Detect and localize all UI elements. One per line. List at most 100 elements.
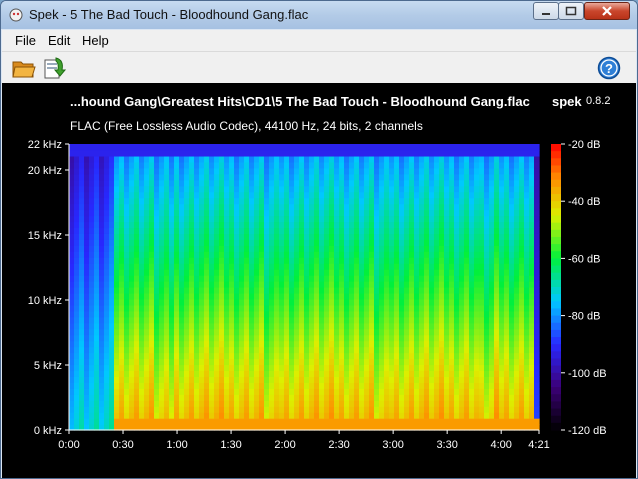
spectrogram-cell [94, 376, 100, 383]
close-button[interactable] [584, 2, 630, 20]
spectrogram-cell [184, 376, 190, 383]
spectrogram-cell [474, 215, 480, 223]
spectrogram-cell [269, 167, 275, 175]
spectrogram-cell [499, 197, 505, 205]
menu-help[interactable]: Help [82, 33, 109, 48]
spectrogram-cell [499, 382, 505, 389]
spectrogram-cell [239, 287, 245, 294]
spectrogram-cell [114, 394, 120, 401]
spectrogram-cell [489, 400, 495, 407]
spectrogram-cell [374, 358, 380, 366]
spectrogram-cell [234, 382, 240, 389]
spectrogram-cell [129, 209, 135, 217]
spectrogram-cell [509, 209, 515, 217]
save-button[interactable] [42, 55, 68, 81]
spectrogram-cell [79, 298, 85, 306]
spectrogram-cell [114, 412, 120, 419]
spectrogram-cell [239, 269, 245, 276]
spectrogram-cell [334, 358, 340, 366]
spectrogram-cell [144, 298, 150, 306]
spectrogram-cell [329, 251, 335, 258]
spectrogram-cell [364, 292, 370, 300]
spectrogram-cell [284, 316, 290, 324]
spectrogram-cell [399, 346, 405, 354]
title-bar[interactable]: Spek - 5 The Bad Touch - Bloodhound Gang… [1, 1, 637, 29]
spectrogram-cell [344, 155, 350, 163]
spectrogram-cell [409, 388, 415, 395]
spectrogram-cell [399, 233, 405, 240]
spectrogram-cell [159, 173, 165, 181]
spectrogram-cell [279, 322, 285, 330]
spectrogram-cell [114, 144, 120, 151]
spectrogram-cell [499, 245, 505, 252]
spectrogram-cell [519, 227, 525, 234]
spectrogram-cell [329, 388, 335, 395]
spectrogram-cell [149, 144, 155, 151]
spectrogram-cell [354, 191, 360, 199]
spectrogram-cell [354, 197, 360, 205]
menu-edit[interactable]: Edit [48, 33, 70, 48]
spectrogram-cell [429, 370, 435, 377]
spectrogram-cell [259, 412, 265, 419]
spectrogram-cell [194, 328, 200, 336]
spectrogram-cell [124, 281, 130, 288]
spectrogram-cell [499, 239, 505, 246]
menu-file[interactable]: File [15, 33, 36, 48]
spectrogram-cell [424, 376, 430, 383]
spectrogram-cell [304, 334, 310, 342]
open-button[interactable] [11, 55, 37, 81]
spectrogram-cell [389, 233, 395, 240]
spectrogram-cell [459, 287, 465, 294]
spectrogram-cell [89, 245, 95, 252]
spectrogram-cell [359, 346, 365, 354]
spectrogram-cell [94, 233, 100, 240]
help-button[interactable]: ? [596, 55, 622, 81]
spectrogram-cell [324, 310, 330, 318]
spectrogram-cell [154, 406, 160, 413]
spectrogram-cell [309, 257, 315, 264]
spectrogram-cell [429, 281, 435, 288]
spectrogram-cell [164, 263, 170, 270]
spectrogram-cell [324, 346, 330, 354]
spectrogram-cell [119, 340, 125, 348]
spectrogram-cell [374, 352, 380, 360]
spectrogram-cell [329, 269, 335, 276]
spectrogram-cell [459, 412, 465, 419]
spectrogram-cell [314, 287, 320, 294]
spectrogram-cell [254, 418, 260, 425]
spectrogram-cell [124, 179, 130, 187]
spectrogram-cell [129, 239, 135, 246]
minimize-button[interactable] [533, 2, 559, 20]
spectrogram-cell [424, 287, 430, 294]
spectrogram-cell [329, 191, 335, 199]
spectrogram-cell [104, 197, 110, 205]
spectrogram-cell [484, 322, 490, 330]
spectrogram-cell [349, 304, 355, 312]
spectrogram-cell [379, 149, 385, 157]
spectrogram-cell [404, 376, 410, 383]
spectrogram-cell [109, 346, 115, 354]
spectrogram-cell [279, 352, 285, 360]
spectrogram-cell [179, 400, 185, 407]
spectrogram-cell [179, 161, 185, 169]
spectrogram-cell [394, 364, 400, 372]
spectrogram-cell [144, 316, 150, 324]
maximize-button[interactable] [558, 2, 584, 20]
spectrogram-cell [459, 209, 465, 217]
spectrogram-cell [394, 191, 400, 199]
spectrogram-cell [114, 251, 120, 258]
spectrogram-cell [319, 269, 325, 276]
spectrogram-cell [319, 245, 325, 252]
spectrogram-cell [139, 370, 145, 377]
spectrogram-cell [434, 328, 440, 336]
spectrogram-cell [134, 328, 140, 336]
spectrogram-cell [504, 287, 510, 294]
spectrogram-cell [494, 298, 500, 306]
spectrogram-cell [89, 221, 95, 229]
spectrogram-cell [324, 144, 330, 151]
spectrogram-cell [394, 328, 400, 336]
spectrogram-cell [329, 185, 335, 193]
spectrogram-cell [94, 155, 100, 163]
spectrogram-cell [89, 155, 95, 163]
spectrogram-cell [229, 227, 235, 234]
